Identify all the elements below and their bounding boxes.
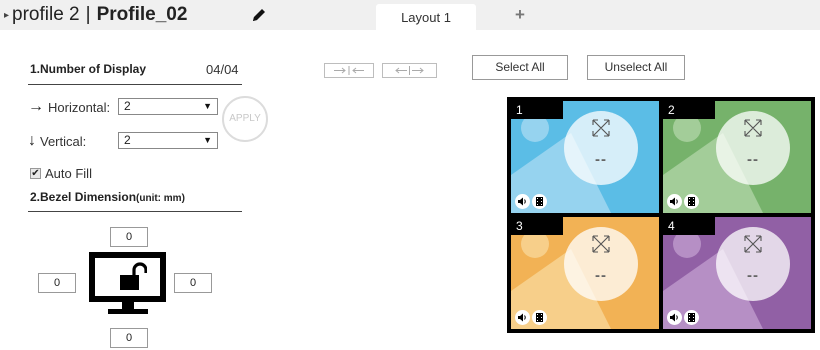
vertical-select-value: 2 (124, 133, 131, 147)
film-icon[interactable] (532, 194, 547, 209)
merge-arrows-icon[interactable] (324, 63, 374, 78)
horizontal-select[interactable]: 2 ▼ (118, 98, 218, 115)
chevron-down-icon: ▼ (203, 101, 212, 111)
divider (28, 84, 242, 85)
checkbox-checked-icon[interactable]: ✔ (30, 168, 41, 179)
source-selector[interactable]: -- (564, 111, 638, 185)
unlock-icon[interactable] (119, 262, 147, 292)
source-value: -- (595, 151, 607, 168)
speaker-icon[interactable] (667, 194, 682, 209)
source-selector[interactable]: -- (716, 227, 790, 301)
split-arrows-icon[interactable] (382, 63, 437, 78)
monitor-screen (89, 252, 166, 302)
auto-fill-checkbox[interactable]: ✔ Auto Fill (30, 166, 92, 181)
display-grid: 1 -- 2 -- 3 -- 4 -- (507, 97, 815, 333)
auto-fill-label: Auto Fill (45, 166, 92, 181)
apply-button[interactable]: APPLY (222, 96, 268, 142)
film-icon[interactable] (684, 194, 699, 209)
pencil-icon[interactable] (249, 5, 269, 25)
expand-icon[interactable] (742, 233, 764, 255)
expand-icon[interactable] (590, 117, 612, 139)
monitor-display-area (95, 258, 160, 296)
profile-name: Profile_02 (96, 4, 188, 25)
cell-number: 2 (663, 101, 715, 119)
film-icon[interactable] (684, 310, 699, 325)
vertical-label: ↓ Vertical: (28, 132, 86, 150)
profile-label: profile 2 (12, 4, 80, 25)
bezel-top-input[interactable]: 0 (110, 227, 148, 247)
bezel-dimension-title: 2.Bezel Dimension(unit: mm) (30, 190, 185, 204)
display-count: 04/04 (206, 62, 239, 77)
number-of-display-title: 1.Number of Display (30, 62, 147, 76)
horizontal-select-value: 2 (124, 99, 131, 113)
tab-layout-1[interactable]: Layout 1 (376, 4, 476, 32)
expand-icon[interactable] (590, 233, 612, 255)
bezel-unit: (unit: mm) (136, 193, 185, 204)
display-cell-1[interactable]: 1 -- (511, 101, 659, 213)
display-cell-3[interactable]: 3 -- (511, 217, 659, 329)
source-value: -- (595, 267, 607, 284)
cell-controls (515, 310, 547, 325)
horizontal-label-text: Horizontal: (48, 99, 111, 115)
top-bar: ▸ profile 2 | Profile_02 Layout 1 + (0, 0, 820, 32)
cell-number: 3 (511, 217, 563, 235)
display-cell-4[interactable]: 4 -- (663, 217, 811, 329)
bezel-title-text: 2.Bezel Dimension (30, 190, 137, 204)
source-value: -- (747, 151, 759, 168)
source-selector[interactable]: -- (564, 227, 638, 301)
display-cell-2[interactable]: 2 -- (663, 101, 811, 213)
profile-title: ▸ profile 2 | Profile_02 (4, 3, 187, 27)
monitor-neck (122, 302, 134, 309)
bezel-right-input[interactable]: 0 (174, 273, 212, 293)
speaker-icon[interactable] (515, 310, 530, 325)
horizontal-label: → Horizontal: (28, 98, 110, 116)
expand-icon[interactable] (742, 117, 764, 139)
cell-controls (515, 194, 547, 209)
arrow-down-icon: ↓ (28, 132, 36, 149)
plus-icon[interactable]: + (510, 5, 530, 25)
bezel-bottom-input[interactable]: 0 (110, 328, 148, 348)
divider (28, 211, 242, 212)
source-value: -- (747, 267, 759, 284)
chevron-down-icon: ▼ (203, 135, 212, 145)
cell-controls (667, 310, 699, 325)
title-separator: | (85, 4, 91, 25)
caret-right-icon[interactable]: ▸ (4, 10, 9, 21)
bezel-left-input[interactable]: 0 (38, 273, 76, 293)
cell-controls (667, 194, 699, 209)
film-icon[interactable] (532, 310, 547, 325)
cell-number: 1 (511, 101, 563, 119)
source-selector[interactable]: -- (716, 111, 790, 185)
speaker-icon[interactable] (667, 310, 682, 325)
monitor-base (108, 309, 148, 314)
vertical-select[interactable]: 2 ▼ (118, 132, 218, 149)
select-all-button[interactable]: Select All (472, 55, 568, 80)
arrow-right-icon: → (28, 98, 44, 115)
vertical-label-text: Vertical: (40, 133, 87, 149)
unselect-all-button[interactable]: Unselect All (587, 55, 685, 80)
speaker-icon[interactable] (515, 194, 530, 209)
cell-number: 4 (663, 217, 715, 235)
